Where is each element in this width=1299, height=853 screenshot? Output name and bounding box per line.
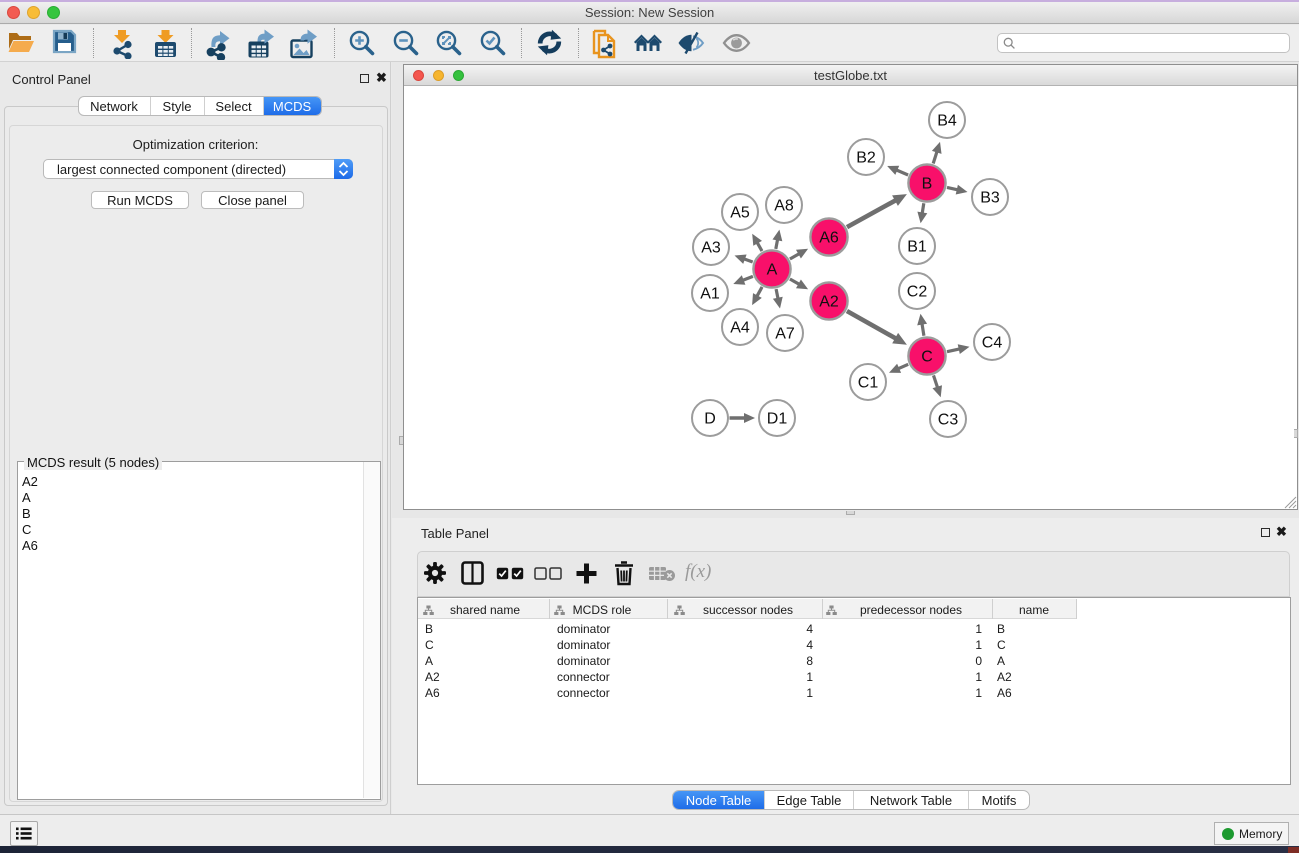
svg-text:B4: B4	[937, 113, 957, 130]
svg-text:B2: B2	[856, 150, 876, 167]
svg-text:D: D	[704, 411, 716, 428]
svg-text:C1: C1	[858, 375, 879, 392]
svg-text:A1: A1	[700, 286, 720, 303]
svg-text:A8: A8	[774, 198, 794, 215]
svg-text:A2: A2	[819, 294, 839, 311]
svg-text:C2: C2	[907, 284, 928, 301]
svg-text:A6: A6	[819, 230, 839, 247]
svg-text:B1: B1	[907, 239, 927, 256]
svg-text:C3: C3	[938, 412, 959, 429]
svg-text:B3: B3	[980, 190, 1000, 207]
svg-text:A: A	[767, 262, 778, 279]
svg-text:C: C	[921, 349, 933, 366]
svg-text:D1: D1	[767, 411, 788, 428]
svg-text:A7: A7	[775, 326, 795, 343]
svg-text:A4: A4	[730, 320, 750, 337]
svg-text:A3: A3	[701, 240, 721, 257]
svg-text:C4: C4	[982, 335, 1003, 352]
svg-text:A5: A5	[730, 205, 750, 222]
svg-text:B: B	[922, 176, 933, 193]
